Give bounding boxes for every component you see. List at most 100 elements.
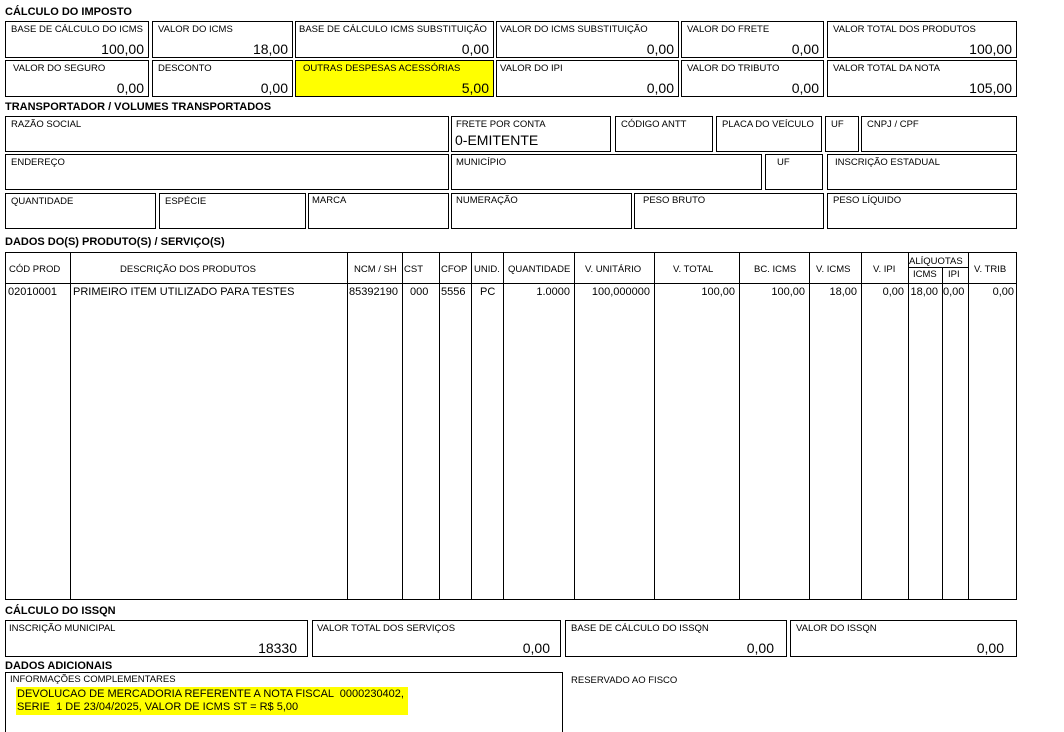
- field-base-calculo-icms-st: BASE DE CÁLCULO ICMS SUBSTITUIÇÃO 0,00: [295, 21, 494, 58]
- td-cst: 000: [410, 286, 429, 298]
- field-razao-social: RAZÃO SOCIAL: [5, 116, 449, 152]
- field-label: VALOR DO SEGURO: [13, 63, 106, 74]
- th-descricao: DESCRIÇÃO DOS PRODUTOS: [120, 264, 257, 275]
- field-especie: ESPÉCIE: [159, 193, 306, 229]
- field-value: 0,00: [646, 80, 674, 96]
- field-value: 100,00: [969, 41, 1012, 57]
- field-value: 105,00: [969, 80, 1012, 96]
- field-endereco: ENDEREÇO: [5, 154, 449, 190]
- col-divider: [809, 253, 810, 599]
- field-label: VALOR TOTAL DA NOTA: [833, 63, 940, 74]
- td-ncm: 85392190: [349, 286, 398, 298]
- th-unid: UNID.: [474, 264, 500, 275]
- field-label: UF: [831, 119, 844, 130]
- td-bc-icms: 100,00: [771, 286, 805, 298]
- field-label: MUNICÍPIO: [456, 157, 507, 168]
- th-v-unitario: V. UNITÁRIO: [585, 264, 642, 275]
- td-descricao: PRIMEIRO ITEM UTILIZADO PARA TESTES: [73, 286, 295, 298]
- field-valor-tributo: VALOR DO TRIBUTO 0,00: [681, 60, 824, 97]
- field-label: NUMERAÇÃO: [456, 195, 518, 206]
- info-complementares-box: INFORMAÇÕES COMPLEMENTARES DEVOLUCAO DE …: [5, 672, 563, 732]
- field-valor-seguro: VALOR DO SEGURO 0,00: [5, 60, 149, 97]
- field-value: 0,00: [791, 41, 819, 57]
- th-quantidade: QUANTIDADE: [508, 264, 571, 275]
- field-value: 100,00: [101, 41, 144, 57]
- section-title-adicionais: DADOS ADICIONAIS: [5, 660, 113, 672]
- field-label: VALOR DO ICMS: [158, 24, 233, 35]
- field-label: PESO BRUTO: [643, 195, 706, 206]
- field-label: BASE DE CÁLCULO DO ISSQN: [571, 623, 709, 634]
- field-base-calculo-issqn: BASE DE CÁLCULO DO ISSQN 0,00: [565, 620, 787, 657]
- td-unid: PC: [480, 286, 496, 298]
- field-label: CNPJ / CPF: [867, 119, 919, 130]
- field-label: INSCRIÇÃO MUNICIPAL: [9, 623, 116, 634]
- col-divider: [439, 253, 440, 599]
- field-value: 18,00: [252, 41, 288, 57]
- td-aliq-ipi: 0,00: [943, 286, 965, 298]
- field-marca: MARCA: [308, 193, 449, 229]
- col-divider: [402, 253, 403, 599]
- section-title-transportador: TRANSPORTADOR / VOLUMES TRANSPORTADOS: [5, 101, 272, 113]
- field-cnpj-cpf: CNPJ / CPF: [861, 116, 1017, 152]
- th-v-ipi: V. IPI: [873, 264, 896, 275]
- field-label: PESO LÍQUIDO: [833, 195, 902, 206]
- info-complementares-text: DEVOLUCAO DE MERCADORIA REFERENTE A NOTA…: [16, 687, 408, 715]
- th-v-icms: V. ICMS: [816, 264, 851, 275]
- field-value: 0,00: [522, 640, 550, 656]
- field-placa-veiculo: PLACA DO VEÍCULO: [716, 116, 822, 152]
- field-municipio: MUNICÍPIO: [451, 154, 762, 190]
- col-divider: [968, 253, 969, 599]
- field-outras-despesas: OUTRAS DESPESAS ACESSÓRIAS 5,00: [295, 60, 494, 97]
- field-value: 18330: [258, 640, 297, 656]
- col-divider: [908, 253, 909, 599]
- field-value: 0,00: [976, 640, 1004, 656]
- col-divider: [503, 253, 504, 599]
- field-numeracao: NUMERAÇÃO: [451, 193, 632, 229]
- th-aliquotas: ALÍQUOTAS: [909, 256, 963, 267]
- field-value: 0-EMITENTE: [455, 132, 539, 148]
- field-label: UF: [777, 157, 790, 168]
- field-label: RAZÃO SOCIAL: [11, 119, 82, 130]
- col-divider: [942, 268, 943, 599]
- field-codigo-antt: CÓDIGO ANTT: [615, 116, 713, 152]
- section-title-issqn: CÁLCULO DO ISSQN: [5, 605, 116, 617]
- field-frete-por-conta: FRETE POR CONTA 0-EMITENTE: [451, 116, 611, 152]
- field-label: BASE DE CÁLCULO DO ICMS: [11, 24, 143, 35]
- field-value: 5,00: [461, 80, 489, 96]
- th-cfop: CFOP: [441, 264, 468, 275]
- field-label: FRETE POR CONTA: [456, 119, 546, 130]
- field-label: PLACA DO VEÍCULO: [722, 119, 814, 130]
- field-peso-liquido: PESO LÍQUIDO: [827, 193, 1017, 229]
- td-v-icms: 18,00: [829, 286, 857, 298]
- td-cfop: 5556: [441, 286, 466, 298]
- field-label: DESCONTO: [158, 63, 212, 74]
- field-value: 0,00: [116, 80, 144, 96]
- field-uf-endereco: UF: [765, 154, 823, 190]
- td-aliq-icms: 18,00: [910, 286, 938, 298]
- th-v-trib: V. TRIB: [974, 264, 1007, 275]
- field-base-calculo-icms: BASE DE CÁLCULO DO ICMS 100,00: [5, 21, 149, 58]
- field-label: VALOR TOTAL DOS SERVIÇOS: [317, 623, 456, 634]
- field-inscricao-municipal: INSCRIÇÃO MUNICIPAL 18330: [5, 620, 308, 657]
- field-label: MARCA: [312, 195, 347, 206]
- td-v-trib: 0,00: [992, 286, 1014, 298]
- td-cod-prod: 02010001: [8, 286, 57, 298]
- field-valor-frete: VALOR DO FRETE 0,00: [681, 21, 824, 58]
- field-label: VALOR TOTAL DOS PRODUTOS: [833, 24, 976, 35]
- field-quantidade: QUANTIDADE: [5, 193, 156, 229]
- field-valor-ipi: VALOR DO IPI 0,00: [496, 60, 679, 97]
- th-aliq-ipi: IPI: [948, 269, 960, 280]
- field-value: 0,00: [746, 640, 774, 656]
- td-v-total: 100,00: [701, 286, 735, 298]
- th-bc-icms: BC. ICMS: [754, 264, 797, 275]
- table-header-divider: [6, 283, 1016, 284]
- field-valor-icms: VALOR DO ICMS 18,00: [152, 21, 293, 58]
- field-uf-veiculo: UF: [825, 116, 859, 152]
- th-ncm: NCM / SH: [354, 264, 397, 275]
- field-label: CÓDIGO ANTT: [621, 119, 687, 130]
- field-valor-total-nota: VALOR TOTAL DA NOTA 105,00: [827, 60, 1017, 97]
- col-divider: [347, 253, 348, 599]
- th-aliq-icms: ICMS: [913, 269, 937, 280]
- section-title-produtos: DADOS DO(S) PRODUTO(S) / SERVIÇO(S): [5, 236, 225, 248]
- field-label: VALOR DO IPI: [500, 63, 563, 74]
